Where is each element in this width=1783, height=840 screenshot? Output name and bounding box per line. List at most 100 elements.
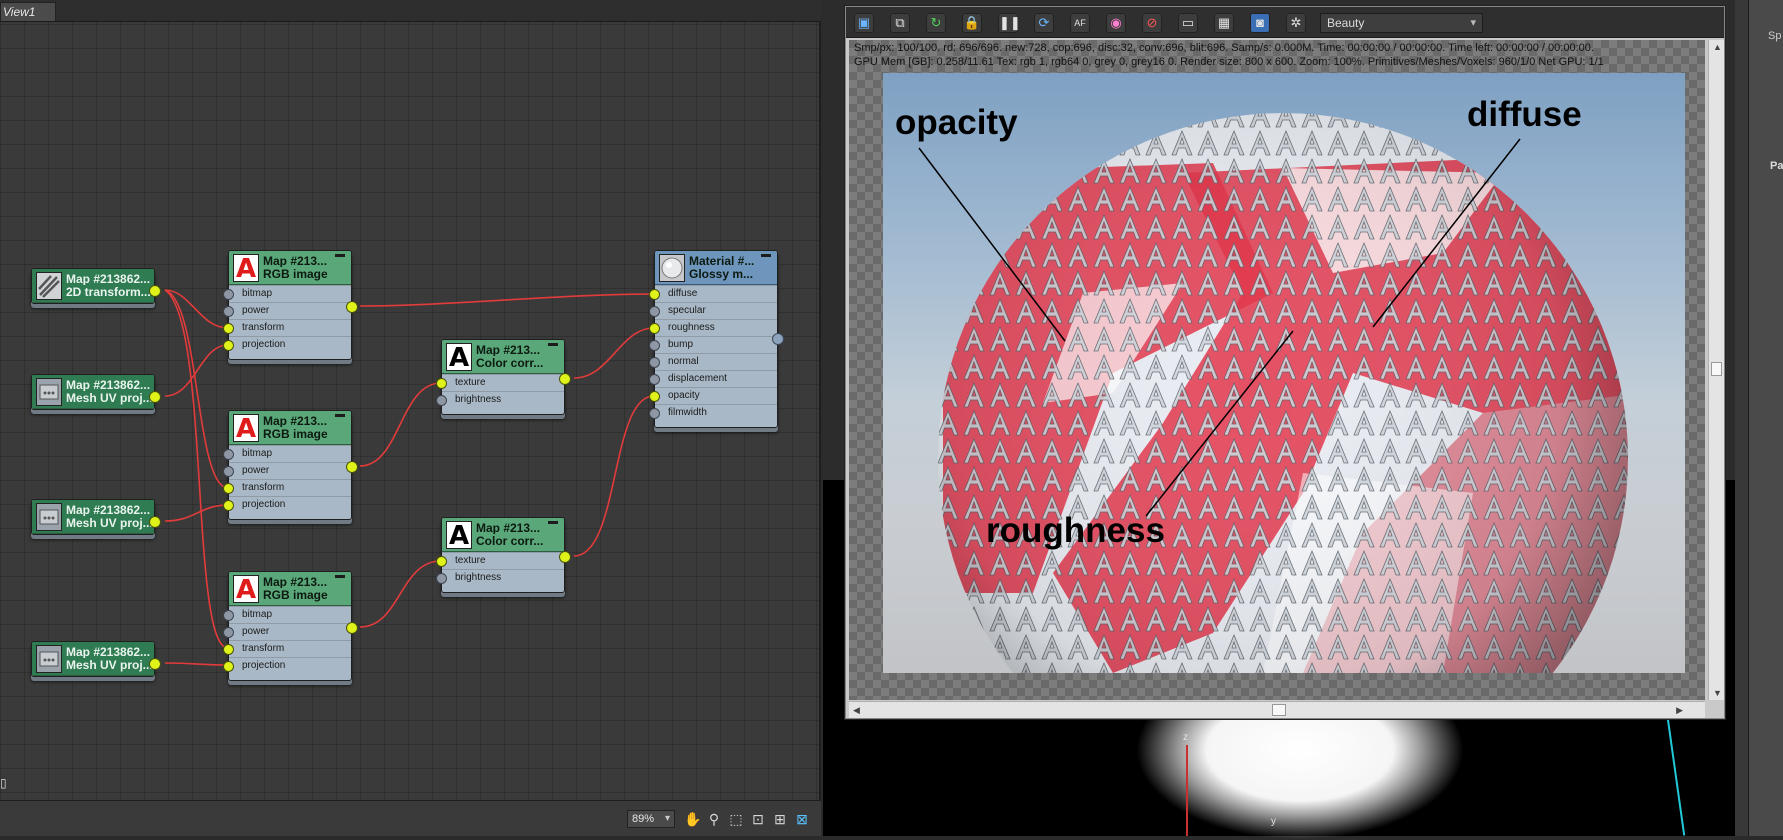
collapse-icon[interactable] [761, 254, 771, 257]
port-texture[interactable]: texture [436, 552, 564, 569]
port-opacity[interactable]: opacity [649, 387, 777, 404]
zoom-region-icon[interactable]: ⬚ [728, 811, 744, 827]
node-header[interactable]: Material #... Glossy m... [655, 251, 777, 285]
input-port[interactable] [223, 449, 234, 460]
input-port[interactable] [436, 395, 447, 406]
scroll-right-icon[interactable]: ▶ [1676, 705, 1683, 716]
port-projection[interactable]: projection [223, 336, 351, 353]
node-header[interactable]: A Map #213... Color corr... [442, 340, 564, 374]
port-texture[interactable]: texture [436, 374, 564, 391]
input-port[interactable] [649, 289, 660, 300]
restart-render-icon[interactable]: ↻ [926, 13, 946, 33]
node-header[interactable]: A Map #213... RGB image [229, 411, 351, 445]
render-window[interactable]: ▣ ⧉ ↻ 🔒 ❚❚ ⟳ AF ◉ ⊘ ▭ ▦ ◙ ✲ Beauty Smp/p… [845, 6, 1725, 719]
node-editor-canvas[interactable]: View1 Map #213862... 2D transform... Map… [0, 0, 821, 836]
node-2d-transform[interactable]: Map #213862... 2D transform... [31, 268, 161, 304]
port-normal[interactable]: normal [649, 353, 777, 370]
zoom-selected-icon[interactable]: ⊞ [772, 811, 788, 827]
zoom-select[interactable]: 89% [627, 810, 675, 828]
command-panel[interactable] [1748, 0, 1783, 836]
scroll-down-icon[interactable]: ▼ [1713, 688, 1722, 698]
input-port[interactable] [223, 500, 234, 511]
port-roughness[interactable]: roughness [649, 319, 777, 336]
port-transform[interactable]: transform [223, 479, 351, 496]
node-rgb-image-1[interactable]: A Map #213... RGB image bitmap power tra… [223, 250, 358, 360]
node-color-correction-1[interactable]: A Map #213... Color corr... texture brig… [436, 339, 571, 415]
node-header[interactable]: A Map #213... Color corr... [442, 518, 564, 552]
input-port[interactable] [649, 340, 660, 351]
input-port[interactable] [436, 573, 447, 584]
lock-icon[interactable]: 🔒 [962, 13, 982, 33]
zoom-extents-icon[interactable]: ⊡ [750, 811, 766, 827]
output-port[interactable] [772, 333, 784, 345]
input-port[interactable] [223, 610, 234, 621]
output-port[interactable] [346, 461, 358, 473]
input-port[interactable] [223, 323, 234, 334]
port-displacement[interactable]: displacement [649, 370, 777, 387]
node-header[interactable]: Map #213862... Mesh UV proj... [32, 642, 154, 676]
node-mesh-uv-3[interactable]: Map #213862... Mesh UV proj... [31, 641, 161, 677]
collapse-icon[interactable] [548, 343, 558, 346]
output-port[interactable] [149, 658, 161, 670]
clone-window-icon[interactable]: ⧉ [890, 13, 910, 33]
lock-icon[interactable]: ▯ [0, 776, 12, 792]
port-brightness[interactable]: brightness [436, 391, 564, 408]
output-port[interactable] [346, 301, 358, 313]
input-port[interactable] [223, 483, 234, 494]
collapse-icon[interactable] [335, 254, 345, 257]
input-port[interactable] [223, 627, 234, 638]
input-port[interactable] [223, 644, 234, 655]
port-diffuse[interactable]: diffuse [649, 285, 777, 302]
port-power[interactable]: power [223, 462, 351, 479]
pause-icon[interactable]: ❚❚ [998, 13, 1021, 33]
output-port[interactable] [149, 285, 161, 297]
input-port[interactable] [223, 306, 234, 317]
settings-gear-icon[interactable]: ✲ [1286, 13, 1306, 33]
input-port[interactable] [223, 661, 234, 672]
output-port[interactable] [346, 622, 358, 634]
port-specular[interactable]: specular [649, 302, 777, 319]
camera-icon[interactable]: ◙ [1250, 13, 1270, 33]
port-transform[interactable]: transform [223, 640, 351, 657]
port-bump[interactable]: bump [649, 336, 777, 353]
port-projection[interactable]: projection [223, 657, 351, 674]
output-port[interactable] [559, 373, 571, 385]
port-brightness[interactable]: brightness [436, 569, 564, 586]
node-rgb-image-3[interactable]: A Map #213... RGB image bitmap power tra… [223, 571, 358, 681]
node-mesh-uv-1[interactable]: Map #213862... Mesh UV proj... [31, 374, 161, 410]
output-port[interactable] [559, 551, 571, 563]
input-port[interactable] [649, 357, 660, 368]
input-port[interactable] [223, 289, 234, 300]
collapse-icon[interactable] [548, 521, 558, 524]
port-bitmap[interactable]: bitmap [223, 285, 351, 302]
node-mesh-uv-2[interactable]: Map #213862... Mesh UV proj... [31, 499, 161, 535]
port-filmwidth[interactable]: filmwidth [649, 404, 777, 421]
node-header[interactable]: Map #213862... Mesh UV proj... [32, 375, 154, 409]
input-port[interactable] [649, 408, 660, 419]
stop-render-icon[interactable]: ⊘ [1142, 13, 1162, 33]
port-bitmap[interactable]: bitmap [223, 445, 351, 462]
render-canvas[interactable]: Smp/px: 100/100. rd: 696/696. new:728, c… [849, 40, 1705, 700]
input-port[interactable] [649, 391, 660, 402]
node-header[interactable]: A Map #213... RGB image [229, 251, 351, 285]
color-picker-icon[interactable]: ◉ [1106, 13, 1126, 33]
node-color-correction-2[interactable]: A Map #213... Color corr... texture brig… [436, 517, 571, 593]
af-focus-icon[interactable]: AF [1070, 13, 1090, 33]
input-port[interactable] [649, 323, 660, 334]
node-header[interactable]: A Map #213... RGB image [229, 572, 351, 606]
port-projection[interactable]: projection [223, 496, 351, 513]
horizontal-scroll-thumb[interactable] [1272, 704, 1286, 716]
scroll-left-icon[interactable]: ◀ [853, 705, 860, 716]
node-glossy-material[interactable]: Material #... Glossy m... diffuse specul… [649, 250, 784, 428]
render-pass-select[interactable]: Beauty [1320, 13, 1483, 33]
input-port[interactable] [649, 306, 660, 317]
node-rgb-image-2[interactable]: A Map #213... RGB image bitmap power tra… [223, 410, 358, 520]
zoom-icon[interactable]: ⚲ [706, 811, 722, 827]
node-header[interactable]: Map #213862... Mesh UV proj... [32, 500, 154, 534]
port-bitmap[interactable]: bitmap [223, 606, 351, 623]
horizontal-scrollbar[interactable]: ◀ ▶ [849, 701, 1705, 718]
output-port[interactable] [149, 516, 161, 528]
viewport-frame-icon[interactable]: ▭ [1178, 13, 1198, 33]
collapse-icon[interactable] [335, 575, 345, 578]
input-port[interactable] [436, 378, 447, 389]
